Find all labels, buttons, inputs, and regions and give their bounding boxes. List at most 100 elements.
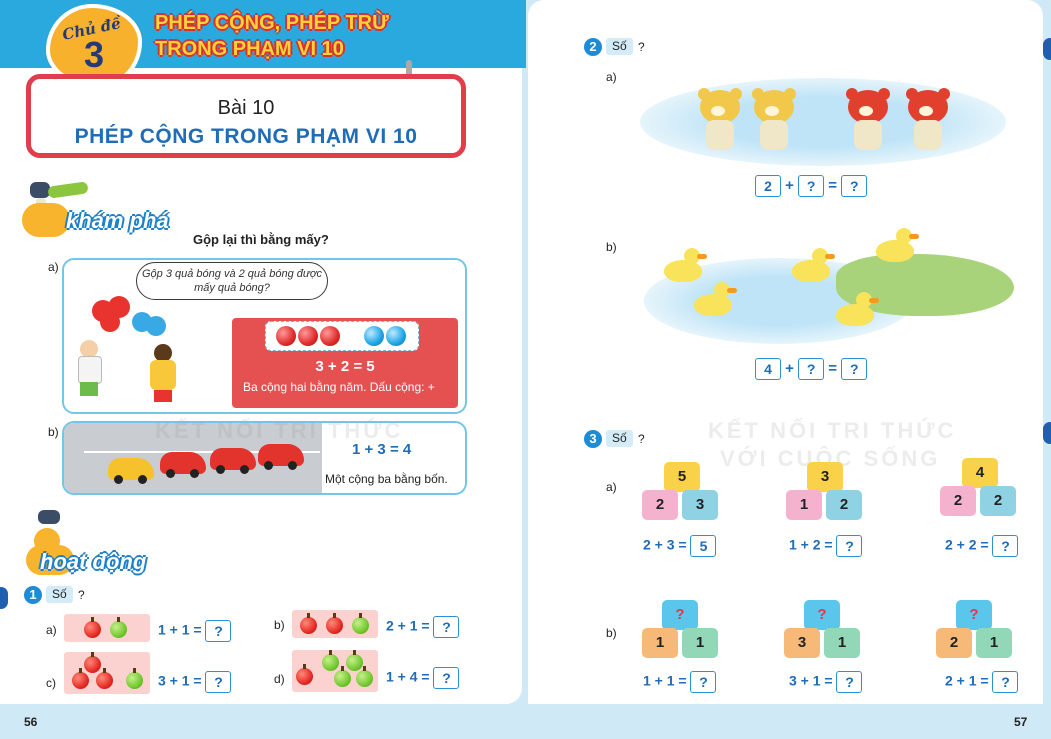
- exercise3-a2-equation: 1 + 2 = ?: [789, 535, 863, 557]
- green-apple-icon: [346, 650, 363, 671]
- exercise1-b-answer-box[interactable]: ?: [433, 616, 460, 638]
- exercise1-c-equation: 3 + 1 = ?: [158, 671, 232, 693]
- exercise3-a1-equation: 2 + 3 = 5: [643, 535, 717, 557]
- exercise2-question-mark: ?: [638, 40, 645, 54]
- number-block-top: 3: [807, 462, 843, 492]
- number-block-right: 1: [824, 628, 860, 658]
- lesson-title: PHÉP CỘNG TRONG PHẠM VI 10: [74, 125, 418, 148]
- watermark-line1-right: KẾT NỐI TRI THỨC: [708, 418, 957, 443]
- exercise1-a-left: 1 + 1 =: [158, 621, 202, 638]
- activity-section-label: hoạt động: [40, 549, 147, 574]
- red-ball-icon: [320, 326, 340, 346]
- exercise3-question-mark: ?: [638, 432, 645, 446]
- exercise3-a3-left: 2 + 2 =: [945, 536, 989, 553]
- duck-icon: [664, 248, 707, 282]
- page-number-left: 56: [24, 715, 38, 729]
- explore-part-a-label: a): [48, 260, 59, 274]
- exercise2-a-result-box[interactable]: ?: [841, 175, 868, 197]
- exercise3-b-label: b): [606, 626, 617, 640]
- exercise2-a-label: a): [606, 70, 617, 84]
- exercise1-question-mark: ?: [78, 588, 85, 602]
- number-block-top: 5: [664, 462, 700, 492]
- left-edge-tab: [0, 587, 8, 609]
- page-number-right: 57: [1014, 715, 1028, 729]
- green-apple-icon: [334, 666, 351, 687]
- exercise3-a1-answer-box: 5: [690, 535, 717, 557]
- exercise3-b3-equation: 2 + 1 = ?: [945, 671, 1019, 693]
- exercise1-b-label: b): [274, 618, 285, 632]
- exercise1-c-fruit-box: [64, 652, 150, 694]
- explore-a-reading: Ba cộng hai bằng năm. Dấu cộng: +: [243, 380, 435, 394]
- number-block-top-unknown[interactable]: ?: [804, 600, 840, 630]
- watermark-line1-left: KẾT NỐI TRI THỨC: [155, 418, 404, 443]
- exercise1-d-label: d): [274, 672, 285, 686]
- exercise1-a-fruit-box: [64, 614, 150, 642]
- exercise1-d-left: 1 + 4 =: [386, 668, 430, 685]
- red-apple-icon: [84, 652, 101, 673]
- exercise2-b-result-box[interactable]: ?: [841, 358, 868, 380]
- right-edge-tab-middle: [1043, 422, 1051, 444]
- exercise3-a2-answer-box[interactable]: ?: [836, 535, 863, 557]
- exercise1-d-equation: 1 + 4 = ?: [386, 667, 460, 689]
- lesson-title-box: Bài 10 PHÉP CỘNG TRONG PHẠM VI 10: [26, 74, 466, 158]
- number-block-left: 1: [642, 628, 678, 658]
- exercise1-a-answer-box[interactable]: ?: [205, 620, 232, 642]
- explore-tag-blob: [22, 203, 70, 237]
- green-apple-icon: [322, 650, 339, 671]
- number-block-right: 3: [682, 490, 718, 520]
- red-car-icon: [258, 444, 304, 470]
- exercise3-b3-answer-box[interactable]: ?: [992, 671, 1019, 693]
- exercise2-a-first-box: 2: [755, 175, 781, 197]
- number-block-right: 1: [976, 628, 1012, 658]
- red-apple-icon: [300, 613, 317, 634]
- green-apple-icon: [352, 613, 369, 634]
- exercise2-so-label: Số: [606, 38, 633, 55]
- exercise1-b-fruit-box: [292, 610, 378, 638]
- exercise2-b-second-box[interactable]: ?: [798, 358, 825, 380]
- red-bear-icon: [906, 88, 950, 154]
- explore-question: Gộp lại thì bằng mấy?: [193, 232, 329, 247]
- yellow-car-icon: [108, 458, 154, 484]
- ball-group-box: [265, 321, 419, 351]
- exercise3-number-badge: 3: [584, 430, 602, 448]
- exercise2-b-label: b): [606, 240, 617, 254]
- exercise1-b-left: 2 + 1 =: [386, 617, 430, 634]
- exercise3-b2-answer-box[interactable]: ?: [836, 671, 863, 693]
- exercise1-a-equation: 1 + 1 = ?: [158, 620, 232, 642]
- equals-sign: =: [828, 359, 838, 377]
- duck-icon: [836, 292, 879, 326]
- explore-a-equation: 3 + 2 = 5: [315, 358, 375, 375]
- red-ball-icon: [298, 326, 318, 346]
- red-apple-icon: [84, 617, 101, 638]
- exercise1-a-label: a): [46, 623, 57, 637]
- plus-sign: +: [785, 359, 794, 377]
- number-block-left: 3: [784, 628, 820, 658]
- number-block-top-unknown[interactable]: ?: [662, 600, 698, 630]
- number-block-right: 2: [980, 486, 1016, 516]
- explore-b-reading: Một cộng ba bằng bốn.: [325, 472, 448, 486]
- exercise3-a3-equation: 2 + 2 = ?: [945, 535, 1019, 557]
- exercise1-c-answer-box[interactable]: ?: [205, 671, 232, 693]
- exercise3-a3-answer-box[interactable]: ?: [992, 535, 1019, 557]
- red-apple-icon: [326, 613, 343, 634]
- gear-robot-icon: [34, 510, 70, 554]
- bear-scene-illustration: [640, 78, 1006, 166]
- exercise3-so-label: Số: [606, 430, 633, 447]
- blue-ball-icon: [386, 326, 406, 346]
- exercise3-a1-left: 2 + 3 =: [643, 536, 687, 553]
- right-edge-tab-top: [1043, 38, 1051, 60]
- number-block-top-unknown[interactable]: ?: [956, 600, 992, 630]
- explore-part-b-label: b): [48, 425, 59, 439]
- exercise1-d-fruit-box: [292, 650, 378, 692]
- exercise2-a-second-box[interactable]: ?: [798, 175, 825, 197]
- red-ball-icon: [276, 326, 296, 346]
- exercise3-b1-answer-box[interactable]: ?: [690, 671, 717, 693]
- topic-title-line1: PHÉP CỘNG, PHÉP TRỪ: [155, 12, 389, 34]
- exercise2-a-equation: 2 + ? = ?: [755, 175, 868, 197]
- green-apple-icon: [356, 666, 373, 687]
- exercise2-number-badge: 2: [584, 38, 602, 56]
- children-with-balloons-illustration: [74, 292, 184, 408]
- green-apple-icon: [110, 617, 127, 638]
- exercise1-d-answer-box[interactable]: ?: [433, 667, 460, 689]
- exercise3-b1-left: 1 + 1 =: [643, 672, 687, 689]
